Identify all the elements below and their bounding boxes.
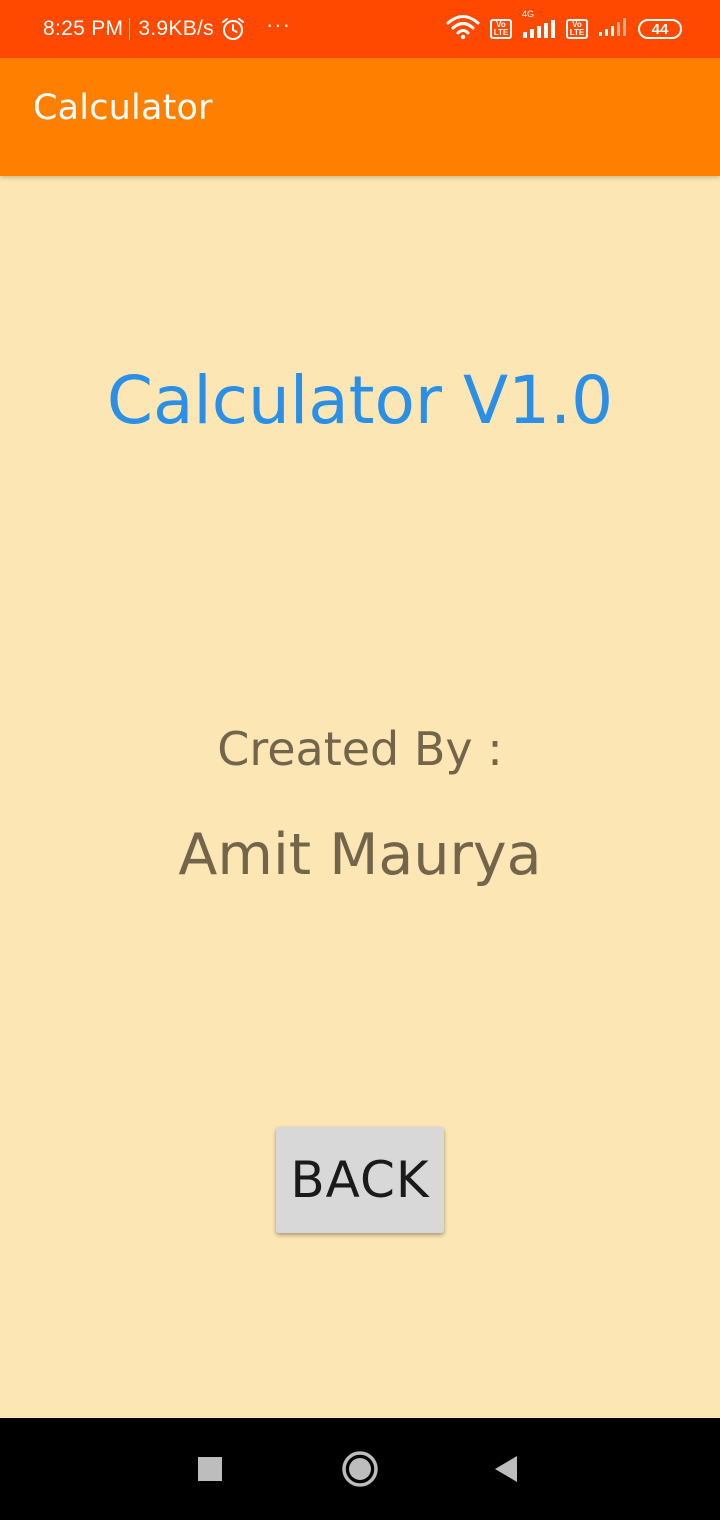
volte-icon: Vo LTE (490, 19, 512, 39)
status-left: 8:25 PM 3.9KB/s ··· (43, 0, 291, 58)
app-title: Calculator (33, 88, 213, 128)
alarm-icon (220, 16, 246, 42)
back-triangle-icon[interactable] (466, 1418, 546, 1520)
app-bar: Calculator (0, 58, 720, 176)
network-type-label: 4G (522, 9, 535, 19)
status-right: Vo LTE 4G Vo LTE 44 (446, 0, 682, 58)
back-button[interactable]: BACK (276, 1127, 444, 1233)
version-title: Calculator V1.0 (106, 362, 614, 439)
status-bar: 8:25 PM 3.9KB/s ··· Vo LTE 4G Vo LTE 44 (0, 0, 720, 58)
status-divider (129, 18, 131, 40)
system-nav-bar (0, 1418, 720, 1520)
signal-icon: 4G (522, 9, 556, 40)
author-name: Amit Maurya (178, 822, 542, 888)
created-by-label: Created By : (217, 722, 503, 776)
overflow-dots-icon: ··· (265, 12, 291, 37)
battery-level: 44 (651, 20, 669, 38)
network-speed: 3.9KB/s (138, 17, 214, 40)
home-circle-icon[interactable] (320, 1418, 400, 1520)
volte-icon-2: Vo LTE (566, 19, 588, 39)
recents-square-icon[interactable] (170, 1418, 250, 1520)
signal-icon-2 (598, 16, 628, 42)
status-time: 8:25 PM (43, 17, 124, 40)
battery-icon: 44 (638, 19, 682, 39)
wifi-icon (446, 14, 480, 44)
